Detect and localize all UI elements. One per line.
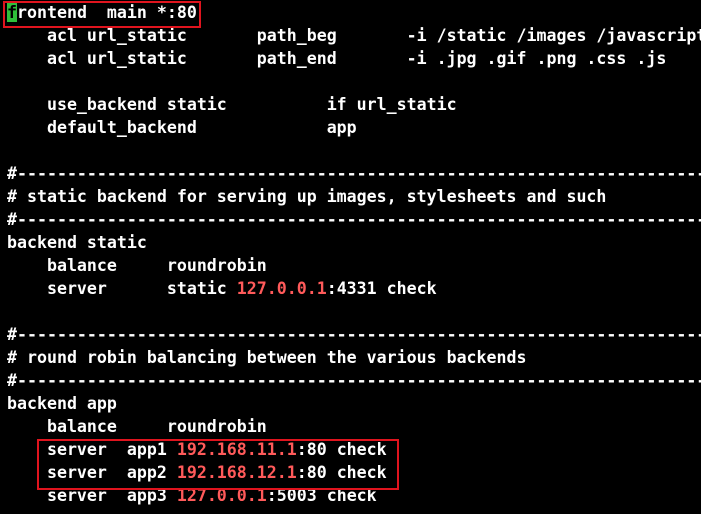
frontend-line: frontend main *:80	[7, 1, 197, 24]
server-static-line: server static 127.0.0.1:4331 check	[7, 277, 437, 300]
server-app2-line: server app2 192.168.12.1:80 check	[7, 461, 387, 484]
divider-line: #---------------------------------------…	[7, 164, 701, 183]
use-backend-line: use_backend static if url_static	[7, 95, 457, 114]
default-backend-line: default_backend app	[7, 118, 357, 137]
frontend-text: rontend main *:80	[17, 3, 197, 22]
server-app2-suffix: :80 check	[296, 463, 387, 482]
server-static-ip: 127.0.0.1	[236, 279, 327, 298]
server-app3-suffix: :5003 check	[266, 486, 377, 505]
acl-path-end-line: acl url_static path_end -i .jpg .gif .pn…	[7, 49, 667, 68]
divider-line: #---------------------------------------…	[7, 210, 701, 229]
server-app2-ip: 192.168.12.1	[176, 463, 297, 482]
server-app3-ip: 127.0.0.1	[176, 486, 267, 505]
comment-round-robin: # round robin balancing between the vari…	[7, 348, 527, 367]
server-static-suffix: :4331 check	[326, 279, 437, 298]
server-app1-line: server app1 192.168.11.1:80 check	[7, 438, 387, 461]
server-app3-prefix: server app3	[7, 486, 177, 505]
server-app2-prefix: server app2	[7, 463, 177, 482]
acl-path-beg-line: acl url_static path_beg -i /static /imag…	[46, 26, 701, 45]
server-app1-suffix: :80 check	[296, 440, 387, 459]
terminal-cursor: f	[7, 3, 17, 22]
backend-static-line: backend static	[7, 233, 147, 252]
comment-static-backend: # static backend for serving up images, …	[7, 187, 607, 206]
server-static-prefix: server static	[7, 279, 237, 298]
terminal-window[interactable]: frontend main *:80 acl url_static path_b…	[0, 0, 701, 514]
divider-line: #---------------------------------------…	[7, 371, 701, 390]
balance-line: balance roundrobin	[7, 417, 267, 436]
server-app3-line: server app3 127.0.0.1:5003 check	[7, 484, 377, 507]
server-app1-prefix: server app1	[7, 440, 177, 459]
server-app1-ip: 192.168.11.1	[176, 440, 297, 459]
balance-line: balance roundrobin	[7, 256, 267, 275]
backend-app-line: backend app	[7, 394, 117, 413]
divider-line: #---------------------------------------…	[7, 325, 701, 344]
